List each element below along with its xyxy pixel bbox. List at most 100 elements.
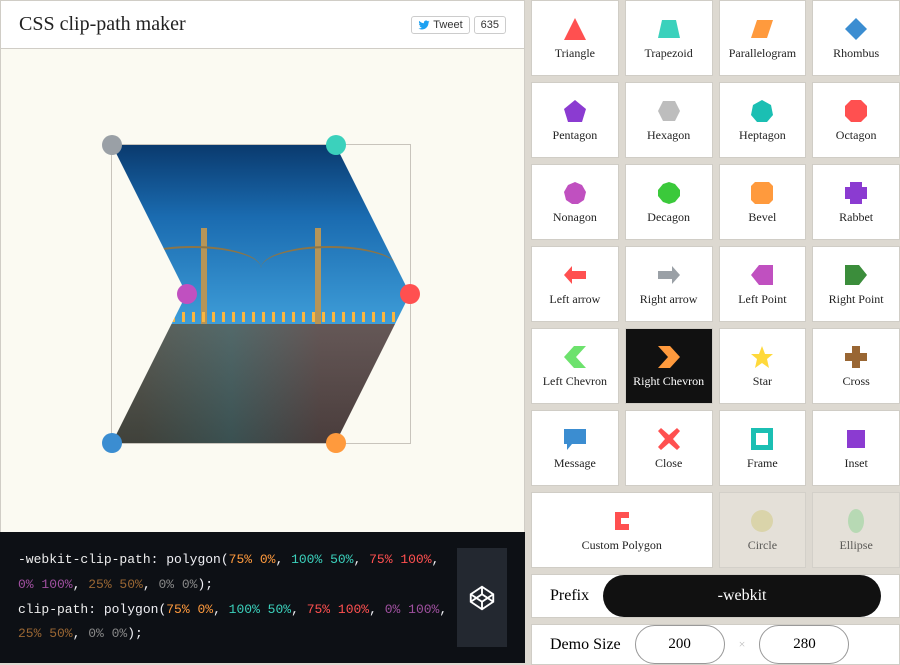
trapezoid-icon	[656, 16, 682, 42]
code-output[interactable]: -webkit-clip-path: polygon(75% 0%, 100% …	[18, 548, 451, 647]
demo-size-label: Demo Size	[550, 636, 621, 654]
shape-message[interactable]: Message	[531, 410, 619, 486]
frame-icon	[749, 426, 775, 452]
shape-label: Right Chevron	[633, 374, 704, 389]
demo-width-input[interactable]	[635, 625, 725, 664]
shape-label: Star	[753, 374, 772, 389]
shape-label: Frame	[747, 456, 778, 471]
shape-label: Left Point	[738, 292, 786, 307]
right-point-icon	[843, 262, 869, 288]
clip-handle[interactable]	[326, 433, 346, 453]
shape-label: Cross	[842, 374, 869, 389]
decagon-icon	[656, 180, 682, 206]
shape-label: Rhombus	[833, 46, 879, 61]
left-arrow-icon	[562, 262, 588, 288]
clip-handle[interactable]	[326, 135, 346, 155]
shape-label: Circle	[748, 538, 777, 553]
prefix-row: Prefix -webkit	[531, 574, 900, 618]
shape-label: Right Point	[829, 292, 884, 307]
left-chevron-icon	[562, 344, 588, 370]
shape-pentagon[interactable]: Pentagon	[531, 82, 619, 158]
circle-icon	[749, 508, 775, 534]
shape-nonagon[interactable]: Nonagon	[531, 164, 619, 240]
clip-handle[interactable]	[102, 433, 122, 453]
hexagon-icon	[656, 98, 682, 124]
pentagon-icon	[562, 98, 588, 124]
shape-label: Trapezoid	[645, 46, 693, 61]
page-title: CSS clip-path maker	[19, 13, 186, 36]
tweet-button[interactable]: Tweet	[411, 16, 469, 34]
shape-heptagon[interactable]: Heptagon	[719, 82, 807, 158]
shape-triangle[interactable]: Triangle	[531, 0, 619, 76]
shape-hexagon[interactable]: Hexagon	[625, 82, 713, 158]
ellipse-icon	[843, 508, 869, 534]
shape-label: Parallelogram	[729, 46, 796, 61]
shape-custom[interactable]: Custom Polygon	[531, 492, 713, 568]
rabbet-icon	[843, 180, 869, 206]
demo-height-input[interactable]	[759, 625, 849, 664]
header: CSS clip-path maker Tweet 635	[0, 0, 525, 49]
shape-left-chevron[interactable]: Left Chevron	[531, 328, 619, 404]
triangle-icon	[562, 16, 588, 42]
shape-label: Left Chevron	[543, 374, 607, 389]
shape-label: Right arrow	[640, 292, 698, 307]
shape-octagon[interactable]: Octagon	[812, 82, 900, 158]
shape-label: Bevel	[748, 210, 776, 225]
shape-label: Hexagon	[647, 128, 690, 143]
nonagon-icon	[562, 180, 588, 206]
left-point-icon	[749, 262, 775, 288]
shape-label: Ellipse	[839, 538, 872, 553]
shape-close[interactable]: Close	[625, 410, 713, 486]
close-icon	[656, 426, 682, 452]
shape-label: Pentagon	[553, 128, 598, 143]
shape-right-chevron[interactable]: Right Chevron	[625, 328, 713, 404]
heptagon-icon	[749, 98, 775, 124]
shape-cross[interactable]: Cross	[812, 328, 900, 404]
demo-size-row: Demo Size ×	[531, 624, 900, 665]
shape-parallelogram[interactable]: Parallelogram	[719, 0, 807, 76]
clip-handle[interactable]	[102, 135, 122, 155]
shape-circle: Circle	[719, 492, 807, 568]
shape-right-point[interactable]: Right Point	[812, 246, 900, 322]
codepen-button[interactable]	[457, 548, 507, 647]
right-chevron-icon	[656, 344, 682, 370]
shape-label: Message	[554, 456, 596, 471]
parallelogram-icon	[749, 16, 775, 42]
shape-left-point[interactable]: Left Point	[719, 246, 807, 322]
shape-rabbet[interactable]: Rabbet	[812, 164, 900, 240]
shape-right-arrow[interactable]: Right arrow	[625, 246, 713, 322]
rhombus-icon	[843, 16, 869, 42]
shape-rhombus[interactable]: Rhombus	[812, 0, 900, 76]
shape-label: Octagon	[836, 128, 877, 143]
shape-label: Left arrow	[549, 292, 600, 307]
prefix-label: Prefix	[550, 587, 589, 605]
shape-label: Triangle	[555, 46, 595, 61]
shape-bevel[interactable]: Bevel	[719, 164, 807, 240]
clip-handle[interactable]	[177, 284, 197, 304]
shape-star[interactable]: Star	[719, 328, 807, 404]
shape-grid: Triangle Trapezoid Parallelogram Rhombus Pen…	[531, 0, 900, 568]
clip-handle[interactable]	[400, 284, 420, 304]
shape-label: Custom Polygon	[582, 538, 662, 553]
shape-trapezoid[interactable]: Trapezoid	[625, 0, 713, 76]
shape-label: Heptagon	[739, 128, 786, 143]
shape-label: Nonagon	[553, 210, 597, 225]
star-icon	[749, 344, 775, 370]
size-separator: ×	[739, 637, 746, 652]
octagon-icon	[843, 98, 869, 124]
shape-left-arrow[interactable]: Left arrow	[531, 246, 619, 322]
codepen-icon	[467, 583, 497, 613]
tweet-count: 635	[474, 16, 506, 34]
twitter-icon	[418, 19, 430, 31]
code-output-panel: -webkit-clip-path: polygon(75% 0%, 100% …	[0, 532, 525, 663]
clip-canvas[interactable]	[111, 144, 411, 444]
prefix-button[interactable]: -webkit	[603, 575, 881, 617]
cross-icon	[843, 344, 869, 370]
bevel-icon	[749, 180, 775, 206]
canvas[interactable]	[0, 49, 525, 532]
shape-label: Decagon	[647, 210, 690, 225]
inset-icon	[843, 426, 869, 452]
shape-frame[interactable]: Frame	[719, 410, 807, 486]
shape-decagon[interactable]: Decagon	[625, 164, 713, 240]
shape-inset[interactable]: Inset	[812, 410, 900, 486]
